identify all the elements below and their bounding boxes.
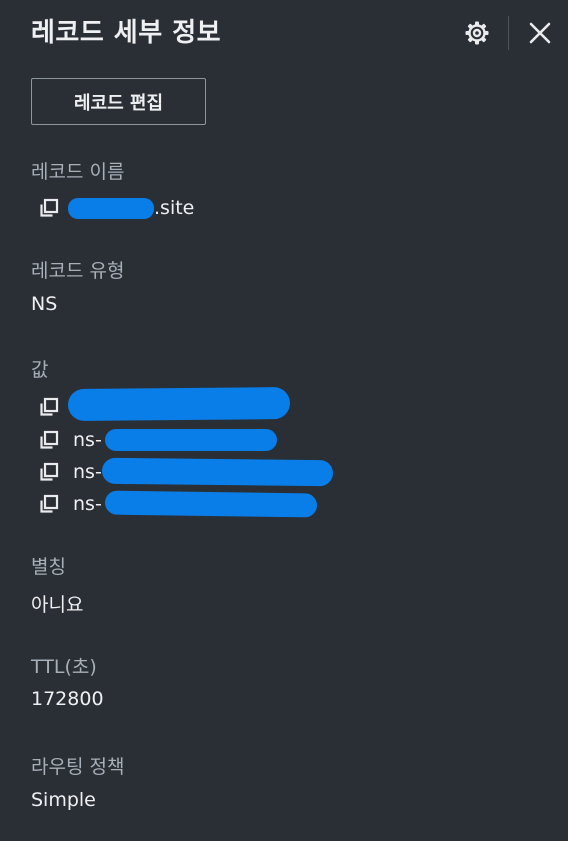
redaction-mark (67, 387, 291, 421)
record-details-panel: 레코드 세부 정보 레코드 편집 레코드 이름 .site 레코드 유형 NS … (0, 0, 568, 841)
copy-icon[interactable] (38, 396, 60, 418)
panel-title: 레코드 세부 정보 (31, 18, 222, 48)
copy-icon[interactable] (38, 461, 60, 483)
redaction-mark (101, 457, 334, 487)
redaction-mark (105, 429, 277, 451)
copy-icon[interactable] (38, 493, 60, 515)
alias-label: 별칭 (31, 556, 66, 578)
redaction-mark (68, 198, 154, 219)
header-divider (508, 16, 509, 50)
record-name-label: 레코드 이름 (31, 161, 125, 183)
ttl-value: 172800 (31, 688, 104, 710)
record-type-value: NS (31, 293, 58, 315)
value-item-2: ns- (73, 429, 102, 451)
ttl-label: TTL(초) (31, 656, 97, 678)
gear-icon[interactable] (463, 19, 491, 47)
record-type-label: 레코드 유형 (31, 260, 125, 282)
record-name-value: .site (154, 197, 195, 219)
value-row-2: ns- (38, 427, 102, 453)
routing-policy-label: 라우팅 정책 (31, 756, 125, 778)
value-item-4: ns- (73, 493, 102, 515)
edit-record-button[interactable]: 레코드 편집 (31, 78, 206, 125)
copy-icon[interactable] (38, 429, 60, 451)
routing-policy-value: Simple (31, 789, 96, 811)
value-item-3: ns- (73, 461, 102, 483)
value-row-3: ns- (38, 459, 102, 485)
close-icon[interactable] (527, 20, 553, 46)
value-row-4: ns- (38, 491, 102, 517)
copy-icon[interactable] (38, 197, 60, 219)
redaction-mark (104, 490, 318, 518)
alias-value: 아니요 (31, 594, 84, 616)
values-label: 값 (31, 359, 49, 381)
